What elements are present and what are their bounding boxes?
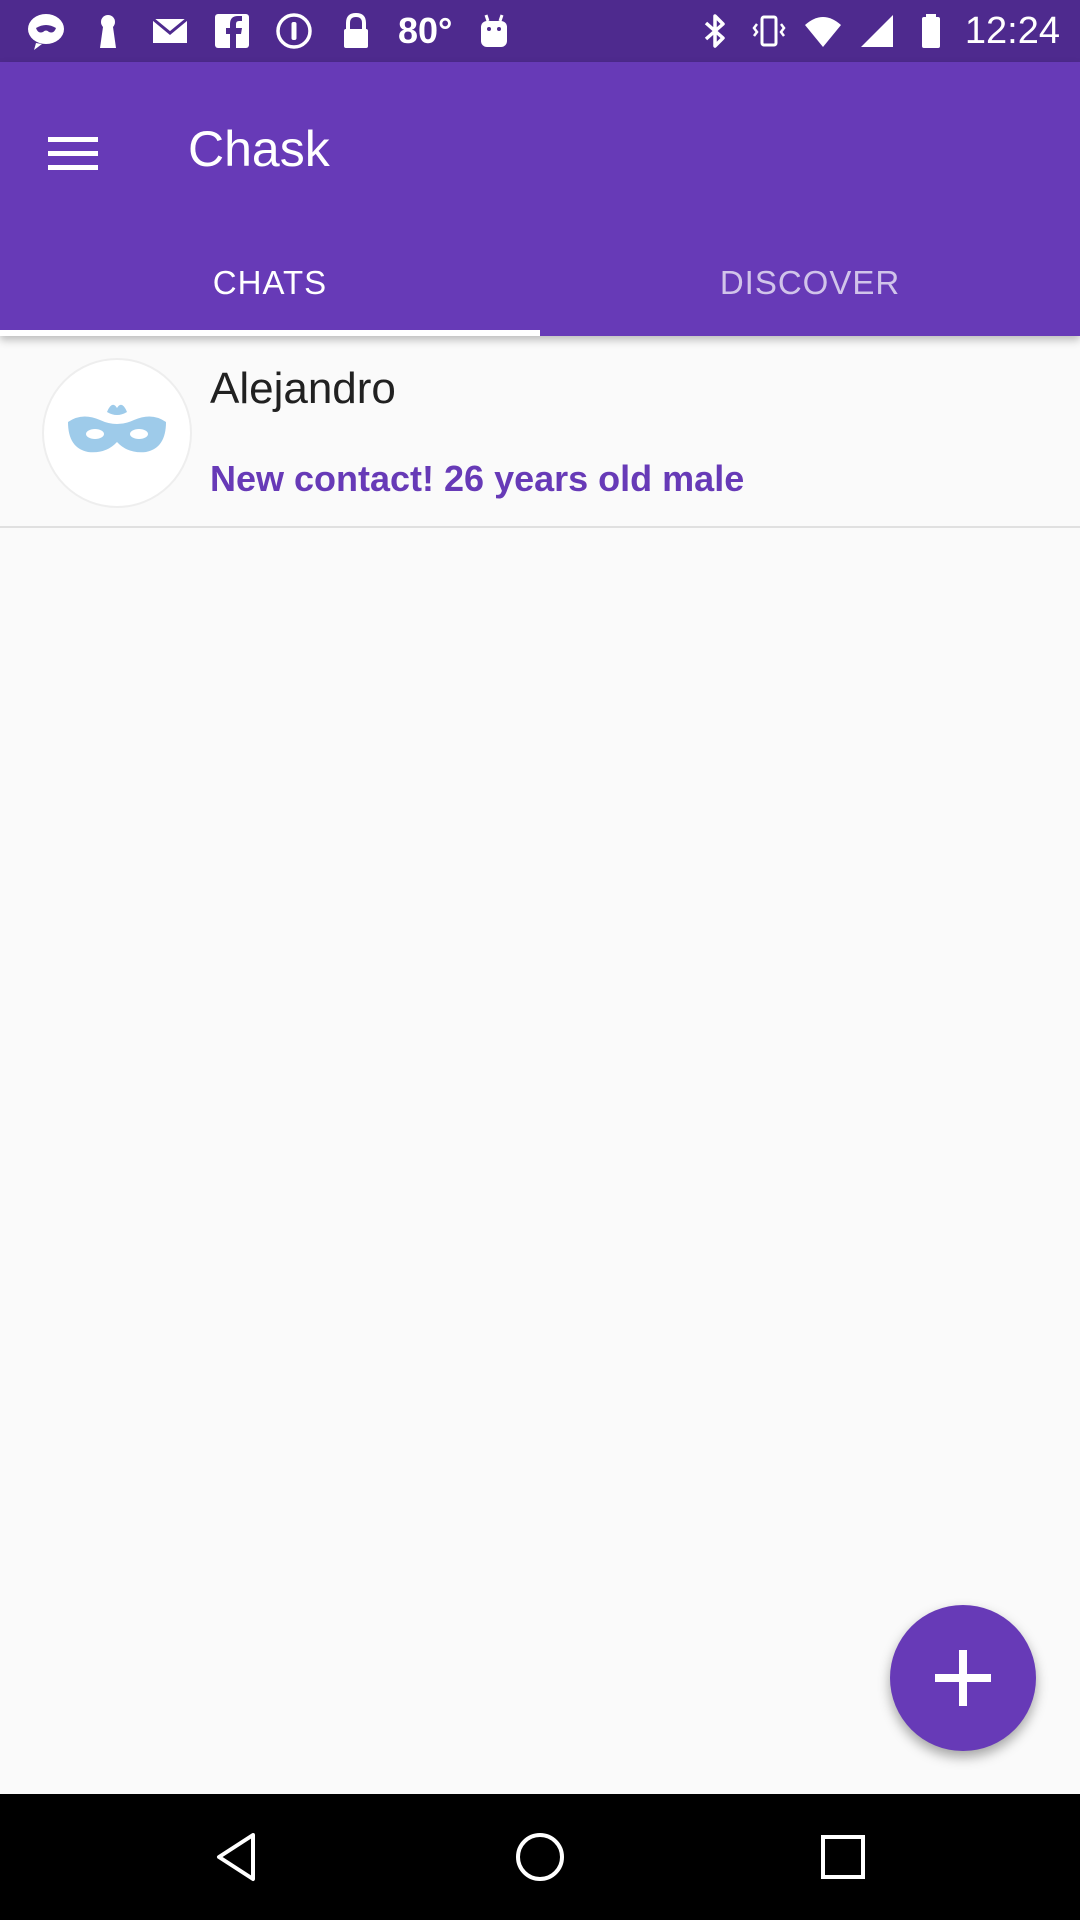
hamburger-menu-icon[interactable] xyxy=(28,108,118,198)
status-bar-right: 12:24 xyxy=(695,8,1060,54)
back-icon[interactable] xyxy=(207,1827,267,1887)
android-icon xyxy=(474,11,514,51)
mask-icon xyxy=(68,404,166,453)
mail-icon xyxy=(150,11,190,51)
status-bar: 80° 12:24 xyxy=(0,0,1080,62)
tab-discover-label: DISCOVER xyxy=(719,264,901,301)
chat-list: Alejandro New contact! 26 years old male xyxy=(0,336,1080,528)
add-chat-button[interactable] xyxy=(890,1605,1036,1751)
contact-name: Alejandro xyxy=(210,364,396,413)
tab-chats[interactable]: CHATS xyxy=(0,230,540,336)
contact-subtitle: New contact! 26 years old male xyxy=(210,458,745,499)
battery-icon xyxy=(911,11,951,51)
chat-mask-icon xyxy=(26,11,66,51)
navigation-bar xyxy=(0,1794,1080,1920)
bluetooth-icon xyxy=(695,11,735,51)
app-title: Chask xyxy=(188,121,330,177)
home-icon[interactable] xyxy=(510,1827,570,1887)
app-bar: Chask CHATS DISCOVER xyxy=(0,62,1080,336)
clock-text: 12:24 xyxy=(964,9,1060,52)
avatar[interactable] xyxy=(42,358,192,508)
status-bar-left: 80° xyxy=(26,8,514,54)
plus-icon xyxy=(935,1650,991,1706)
list-item[interactable]: Alejandro New contact! 26 years old male xyxy=(0,336,1080,528)
signal-icon xyxy=(857,11,897,51)
tab-discover[interactable]: DISCOVER xyxy=(540,230,1080,336)
wifi-icon xyxy=(803,11,843,51)
vibrate-icon xyxy=(749,11,789,51)
tab-bar: CHATS DISCOVER xyxy=(0,230,1080,336)
temperature-text: 80° xyxy=(398,10,453,51)
keyhole-icon xyxy=(88,11,128,51)
lock-icon xyxy=(336,11,376,51)
info-icon xyxy=(274,11,314,51)
tab-chats-label: CHATS xyxy=(212,264,328,301)
recents-icon[interactable] xyxy=(813,1827,873,1887)
facebook-icon xyxy=(212,11,252,51)
